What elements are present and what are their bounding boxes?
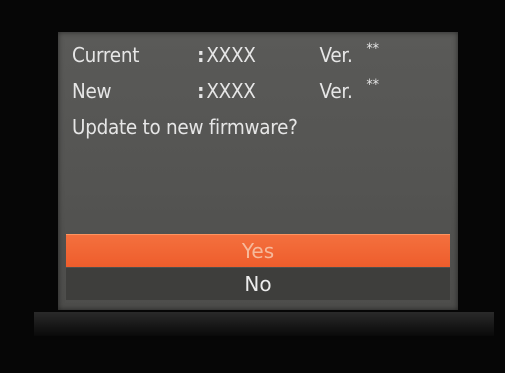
new-label: New xyxy=(72,79,112,103)
yes-option[interactable]: Yes xyxy=(66,234,450,267)
current-ver-number: ** xyxy=(366,41,379,57)
new-version-value: XXXX xyxy=(206,79,256,103)
firmware-update-dialog: Current : XXXX Ver. ** New : XXXX Ver. *… xyxy=(58,32,458,310)
new-colon: : xyxy=(197,79,205,103)
no-option[interactable]: No xyxy=(66,268,450,300)
current-label: Current xyxy=(72,43,140,67)
current-version-value: XXXX xyxy=(206,43,256,67)
current-colon: : xyxy=(197,43,205,67)
new-ver-number: ** xyxy=(366,77,379,93)
current-ver-label: Ver. xyxy=(319,43,353,67)
new-ver-label: Ver. xyxy=(319,79,353,103)
screen-ledge xyxy=(34,312,494,336)
update-question: Update to new firmware? xyxy=(72,115,298,139)
